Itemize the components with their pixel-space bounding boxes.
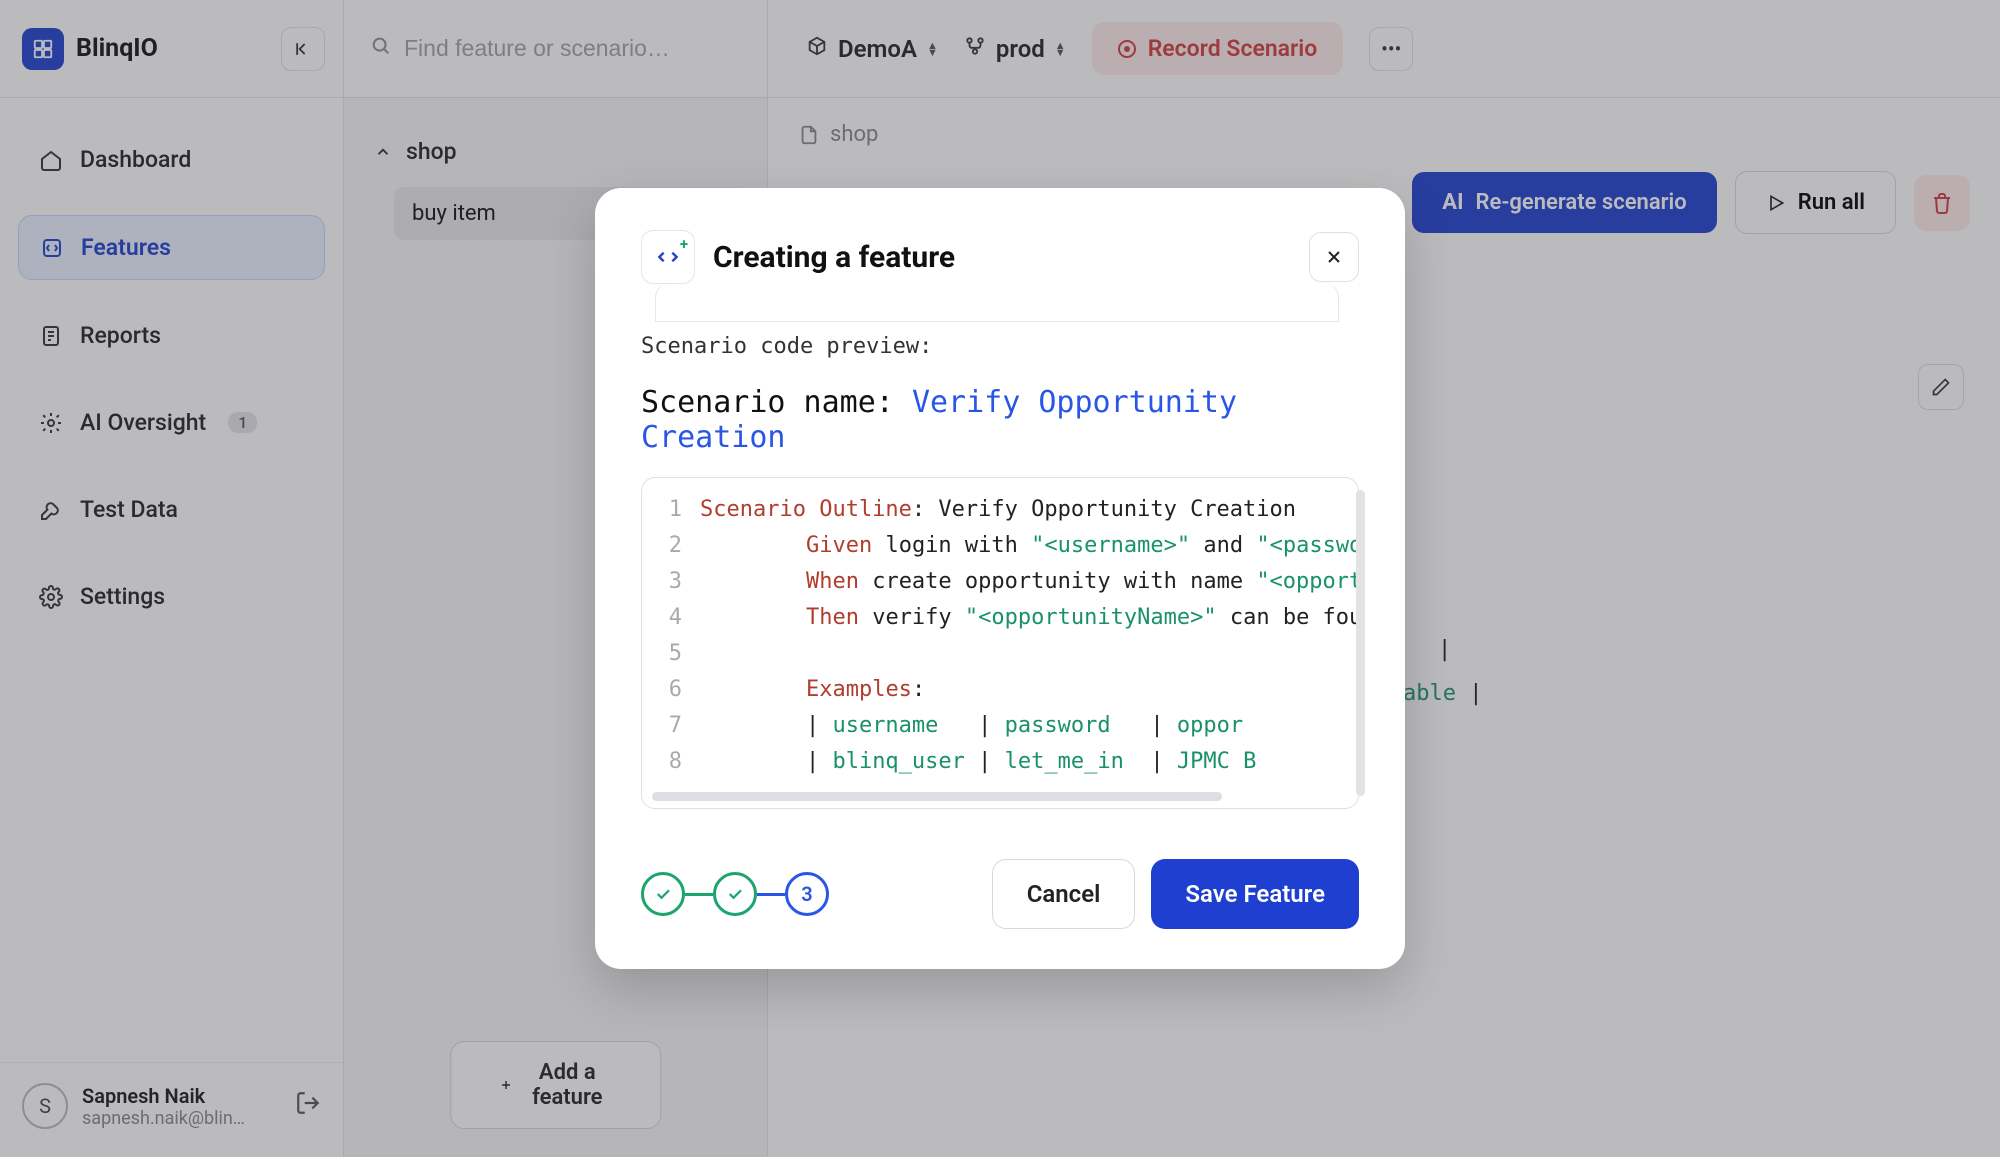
code-line: 8 | blinq_user | let_me_in | JPMC B [642, 744, 1358, 780]
code-line: 7 | username | password | oppor [642, 708, 1358, 744]
cancel-button[interactable]: Cancel [992, 859, 1136, 929]
code-line: 3 When create opportunity with name "<op… [642, 564, 1358, 600]
code-line: 2 Given login with "<username>" and "<pa… [642, 528, 1358, 564]
code-line: 4 Then verify "<opportunityName>" can be… [642, 600, 1358, 636]
code-preview-box: 1Scenario Outline: Verify Opportunity Cr… [641, 477, 1359, 809]
modal-header: Creating a feature [641, 230, 1359, 284]
stepper: 3 [641, 872, 829, 916]
step-2-done [713, 872, 757, 916]
code-line: 6 Examples: [642, 672, 1358, 708]
save-label: Save Feature [1185, 880, 1325, 908]
create-feature-modal: Creating a feature Scenario code preview… [595, 188, 1405, 969]
modal-footer: 3 Cancel Save Feature [641, 859, 1359, 929]
step-connector [757, 893, 785, 896]
save-feature-button[interactable]: Save Feature [1151, 859, 1359, 929]
cancel-label: Cancel [1027, 880, 1101, 908]
scenario-name-label: Scenario name: [641, 385, 912, 420]
step-1-done [641, 872, 685, 916]
modal-title: Creating a feature [713, 240, 955, 275]
horizontal-scrollbar[interactable] [652, 792, 1222, 801]
close-icon [1324, 247, 1344, 267]
code-line: 1Scenario Outline: Verify Opportunity Cr… [642, 492, 1358, 528]
vertical-scrollbar[interactable] [1356, 490, 1365, 796]
check-icon [726, 885, 744, 903]
step-number: 3 [801, 882, 812, 906]
step-connector [685, 893, 713, 896]
modal-overlay: Creating a feature Scenario code preview… [0, 0, 2000, 1157]
previous-card-bottom [655, 282, 1339, 322]
code-line: 5 [642, 636, 1358, 672]
scenario-name-line: Scenario name: Verify Opportunity Creati… [641, 385, 1359, 455]
modal-close-button[interactable] [1309, 232, 1359, 282]
code-plus-icon [641, 230, 695, 284]
check-icon [654, 885, 672, 903]
step-3-current: 3 [785, 872, 829, 916]
preview-label: Scenario code preview: [641, 334, 1359, 359]
